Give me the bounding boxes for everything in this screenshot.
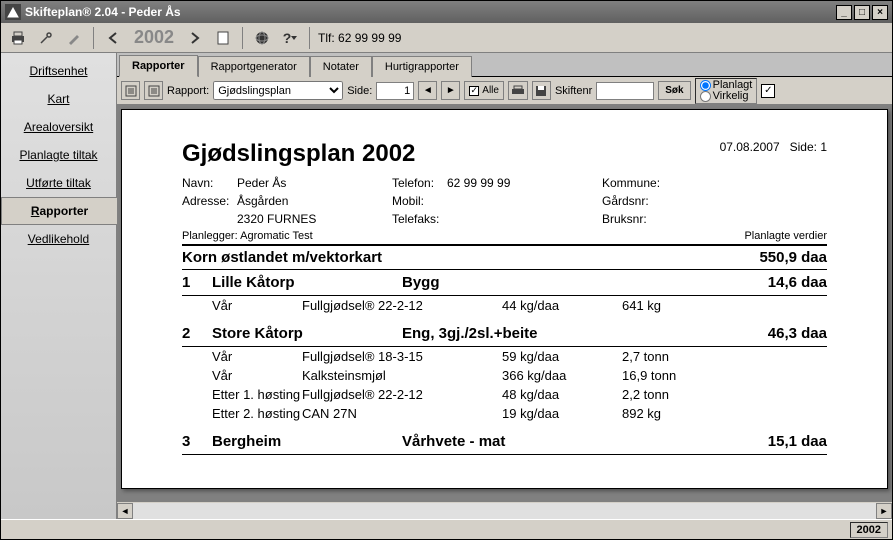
alle-button[interactable]: ✓Alle [464, 81, 504, 100]
planlagt-radio[interactable]: Planlagt [700, 80, 753, 91]
save-icon[interactable] [532, 81, 551, 100]
extra-checkbox[interactable]: ✓ [761, 84, 775, 98]
sidebar-item-6[interactable]: Vedlikehold [1, 225, 116, 253]
doc-icon[interactable] [212, 27, 234, 49]
sidebar-item-0[interactable]: Driftsenhet [1, 57, 116, 85]
sidebar-item-3[interactable]: Planlagte tiltak [1, 141, 116, 169]
rapport-select[interactable]: Gjødslingsplan [213, 81, 343, 100]
scroll-right[interactable]: ► [876, 503, 892, 519]
virkelig-radio[interactable]: Virkelig [700, 91, 753, 102]
sidebar: DriftsenhetKartArealoversiktPlanlagte ti… [1, 53, 117, 519]
edit-icon[interactable] [63, 27, 85, 49]
help-icon[interactable]: ? [279, 27, 301, 49]
list2-icon[interactable] [144, 81, 163, 100]
tabstrip: RapporterRapportgeneratorNotaterHurtigra… [117, 53, 892, 77]
globe-icon[interactable] [251, 27, 273, 49]
app-window: Skifteplan® 2.04 - Peder Ås _ □ × 2002 ?… [0, 0, 893, 540]
entry-row: Etter 2. høstingCAN 27N19 kg/daa892 kg [182, 404, 827, 423]
status-year: 2002 [850, 522, 888, 538]
statusbar: 2002 [1, 519, 892, 539]
page-next-button[interactable]: ► [441, 81, 460, 100]
print2-icon[interactable] [508, 81, 528, 100]
titlebar: Skifteplan® 2.04 - Peder Ås _ □ × [1, 1, 892, 23]
tab-3[interactable]: Hurtigrapporter [372, 56, 472, 77]
report-page: 07.08.2007 Side: 1 Gjødslingsplan 2002 N… [121, 109, 888, 489]
side-label: Side: [347, 85, 372, 97]
rapport-label: Rapport: [167, 85, 209, 97]
minimize-button[interactable]: _ [836, 5, 852, 20]
sidebar-item-2[interactable]: Arealoversikt [1, 113, 116, 141]
field-head: 1Lille KåtorpBygg14,6 daa [182, 270, 827, 296]
app-icon [5, 4, 21, 20]
prev-year-button[interactable] [102, 27, 124, 49]
sidebar-item-5[interactable]: Rapporter [1, 197, 117, 225]
report-toolbar: Rapport: Gjødslingsplan Side: ◄ ► ✓Alle … [117, 77, 892, 105]
tlf-label: Tlf: 62 99 99 99 [318, 31, 401, 45]
tab-2[interactable]: Notater [310, 56, 372, 77]
close-button[interactable]: × [872, 5, 888, 20]
tab-0[interactable]: Rapporter [119, 55, 198, 77]
paper-frame: 07.08.2007 Side: 1 Gjødslingsplan 2002 N… [117, 105, 892, 501]
main-toolbar: 2002 ? Tlf: 62 99 99 99 [1, 23, 892, 53]
field-head: 3BergheimVårhvete - mat15,1 daa [182, 429, 827, 455]
scroll-left[interactable]: ◄ [117, 503, 133, 519]
side-input[interactable] [376, 82, 414, 100]
page-prev-button[interactable]: ◄ [418, 81, 437, 100]
tool-icon[interactable] [35, 27, 57, 49]
skiftenr-label: Skiftenr [555, 85, 592, 97]
tab-1[interactable]: Rapportgenerator [198, 56, 310, 77]
sidebar-item-4[interactable]: Utførte tiltak [1, 169, 116, 197]
list1-icon[interactable] [121, 81, 140, 100]
entry-row: VårFullgjødsel® 22-2-1244 kg/daa641 kg [182, 296, 827, 315]
entry-row: VårFullgjødsel® 18-3-1559 kg/daa2,7 tonn [182, 347, 827, 366]
sidebar-item-1[interactable]: Kart [1, 85, 116, 113]
window-title: Skifteplan® 2.04 - Peder Ås [25, 5, 181, 19]
hscrollbar[interactable]: ◄ ► [117, 501, 892, 519]
print-icon[interactable] [7, 27, 29, 49]
field-head: 2Store KåtorpEng, 3gj./2sl.+beite46,3 da… [182, 321, 827, 347]
mode-radio: Planlagt Virkelig [695, 78, 758, 104]
main: RapporterRapportgeneratorNotaterHurtigra… [117, 53, 892, 519]
year-display: 2002 [130, 27, 178, 48]
sok-button[interactable]: Søk [658, 81, 690, 100]
body: DriftsenhetKartArealoversiktPlanlagte ti… [1, 53, 892, 519]
entry-row: VårKalksteinsmjøl366 kg/daa16,9 tonn [182, 366, 827, 385]
page-date: 07.08.2007 Side: 1 [720, 140, 827, 154]
skiftenr-input[interactable] [596, 82, 654, 100]
paper-scroll[interactable]: 07.08.2007 Side: 1 Gjødslingsplan 2002 N… [117, 105, 892, 501]
entry-row: Etter 1. høstingFullgjødsel® 22-2-1248 k… [182, 385, 827, 404]
maximize-button[interactable]: □ [854, 5, 870, 20]
next-year-button[interactable] [184, 27, 206, 49]
